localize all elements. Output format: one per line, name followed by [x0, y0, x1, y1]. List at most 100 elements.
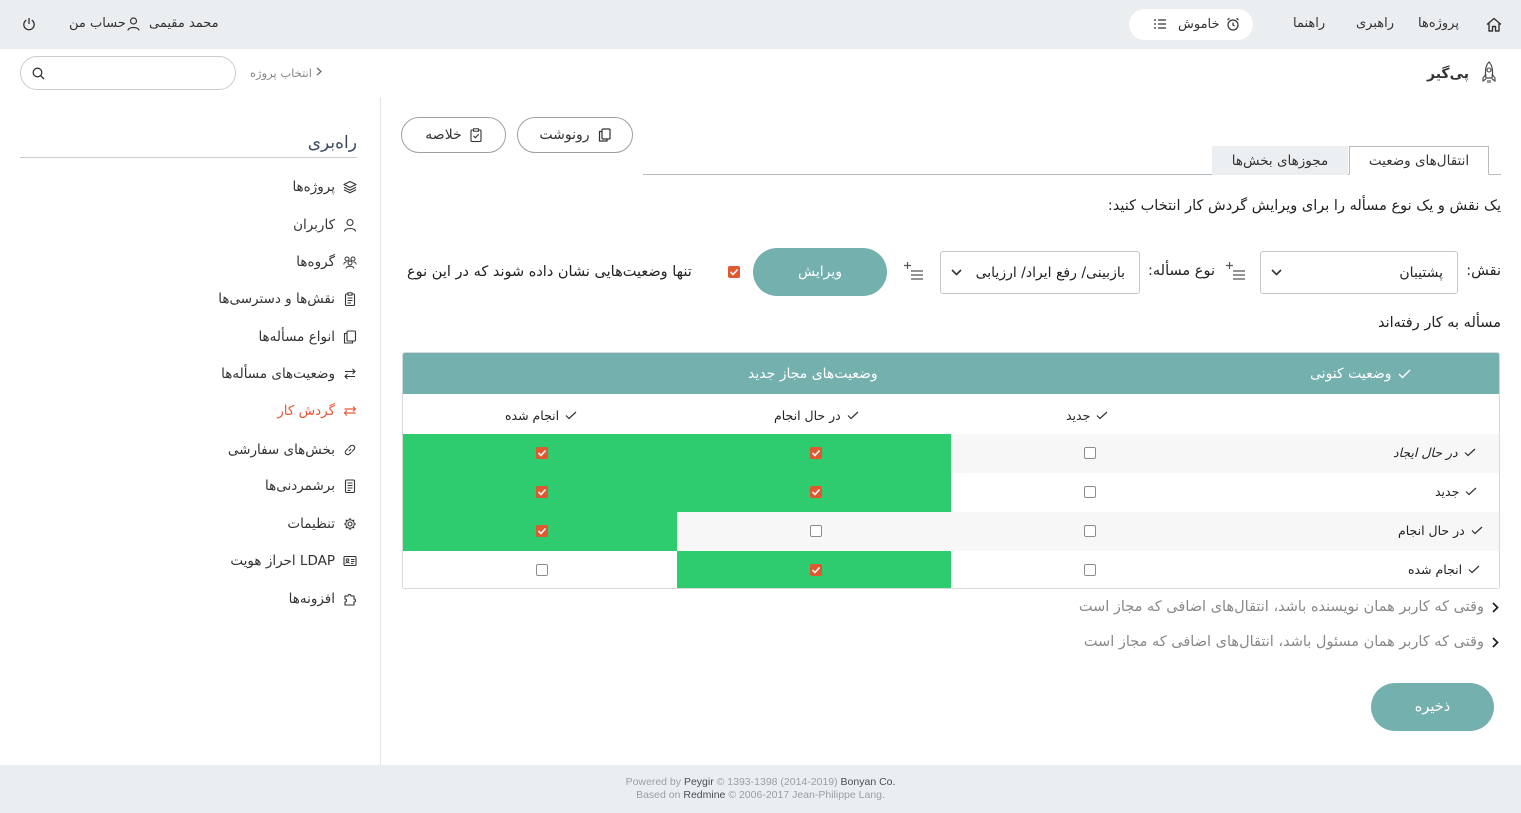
role-select-value: پشتیبان [1399, 265, 1443, 281]
id-card-icon [343, 554, 357, 568]
sidebar-item-statuses[interactable]: وضعیت‌های مسأله‌ها [221, 364, 357, 384]
assignee-transitions-toggle[interactable]: وقتی که کاربر همان مسئول باشد، انتقال‌ها… [1084, 634, 1499, 650]
copy-icon [343, 330, 357, 344]
sidebar-item-trackers[interactable]: انواع مسأله‌ها [258, 327, 357, 347]
sidebar-item-label: کاربران [293, 217, 335, 233]
sidebar-item-ldap[interactable]: احراز هویت LDAP [230, 551, 357, 571]
transition-checkbox[interactable] [536, 525, 548, 537]
add-list-icon[interactable] [1226, 261, 1246, 281]
sidebar-item-label: گردش کار [277, 403, 335, 419]
tracker-select-value: بازبینی/ رفع ایراد/ ارزیابی [975, 265, 1125, 281]
chevron-right-icon [316, 67, 322, 76]
list-doc-icon [343, 479, 357, 493]
sidebar-item-settings[interactable]: تنظیمات [287, 514, 357, 534]
puzzle-icon [343, 592, 357, 606]
edit-button[interactable]: ویرایش [753, 248, 887, 296]
footer-text: © 2006-2017 Jean-Philippe Lang. [728, 789, 885, 801]
used-only-checkbox[interactable] [728, 266, 740, 278]
nav-projects[interactable]: پروژه‌ها [1418, 16, 1459, 31]
search-icon [32, 67, 45, 80]
divider [20, 157, 357, 158]
sidebar-item-workflow[interactable]: گردش کار [277, 401, 357, 421]
sidebar-item-label: برشمردنی‌ها [264, 478, 335, 494]
alarm-clock-icon [1226, 17, 1240, 31]
sidebar-item-users[interactable]: کاربران [293, 215, 357, 235]
nav-help[interactable]: راهنما [1293, 16, 1325, 31]
used-only-label-line2: مسأله به کار رفته‌اند [1377, 315, 1501, 331]
workflow-table: وضعیت کنونی وضعیت‌های مجاز جدید جدید در … [402, 352, 1500, 589]
sidebar-item-enumerations[interactable]: برشمردنی‌ها [265, 476, 357, 496]
summary-button-label: خلاصه [425, 127, 462, 143]
sidebar-title: راه‌بری [307, 133, 357, 153]
transition-checkbox[interactable] [810, 486, 822, 498]
group-icon [343, 255, 357, 269]
arrows-icon [343, 367, 357, 381]
author-transitions-label: وقتی که کاربر همان نویسنده باشد، انتقال‌… [1078, 599, 1484, 615]
project-selector[interactable]: انتخاب پروژه [250, 66, 312, 80]
clipboard-icon [343, 292, 357, 306]
tab-field-permissions[interactable]: مجوزهای بخش‌ها [1212, 146, 1348, 175]
redmine-link[interactable]: Redmine [683, 789, 725, 801]
nav-administration[interactable]: راهبری [1356, 16, 1394, 31]
tracker-label: نوع مسأله: [1148, 263, 1215, 279]
sidebar-item-label: پروژه‌ها [292, 179, 335, 195]
copy-button[interactable]: رونوشت [517, 117, 633, 153]
sidebar-item-label: نقش‌ها و دسترسی‌ها [218, 291, 335, 307]
swap-icon [343, 404, 357, 418]
transition-checkbox[interactable] [536, 447, 548, 459]
copy-icon [598, 128, 611, 142]
home-icon[interactable] [1486, 17, 1502, 32]
sidebar-item-label: بخش‌های سفارشی [227, 442, 335, 458]
sidebar-item-label: انواع مسأله‌ها [258, 329, 335, 345]
clipboard-check-icon [470, 128, 482, 142]
used-only-label: تنها وضعیت‌هایی نشان داده شوند که در این… [407, 264, 692, 280]
sidebar-item-plugins[interactable]: افزونه‌ها [289, 589, 357, 609]
status-toggle[interactable]: خاموش [1129, 9, 1253, 40]
chevron-left-icon [1492, 636, 1499, 648]
my-account-link[interactable]: حساب من [69, 16, 126, 31]
top-navbar: پروژه‌ها راهبری راهنما خاموش حساب من محم… [0, 0, 1521, 49]
save-button[interactable]: ذخیره [1371, 683, 1494, 731]
chevron-down-icon [951, 269, 962, 276]
footer: Powered by Peygir © 1393-1398 (2014-2019… [0, 765, 1521, 813]
layers-icon [343, 180, 357, 194]
rocket-icon [1480, 61, 1498, 85]
summary-button[interactable]: خلاصه [401, 117, 506, 153]
sidebar-divider [380, 97, 381, 765]
transition-checkbox[interactable] [1084, 525, 1096, 537]
footer-line-2: Based on Redmine © 2006-2017 Jean-Philip… [0, 789, 1521, 802]
peygir-link[interactable]: Peygir [684, 776, 714, 788]
tab-status-transitions[interactable]: انتقال‌های وضعیت [1349, 146, 1489, 175]
footer-text: Powered by [625, 776, 682, 788]
author-transitions-toggle[interactable]: وقتی که کاربر همان نویسنده باشد، انتقال‌… [1079, 599, 1499, 615]
user-icon [127, 17, 140, 31]
power-icon[interactable] [22, 17, 36, 31]
tracker-select[interactable]: بازبینی/ رفع ایراد/ ارزیابی [940, 251, 1140, 294]
sidebar-item-label: تنظیمات [287, 516, 335, 532]
footer-line-1: Powered by Peygir © 1393-1398 (2014-2019… [0, 776, 1521, 789]
transition-checkbox[interactable] [1084, 447, 1096, 459]
bonyan-link[interactable]: Bonyan Co. [841, 776, 896, 788]
add-list-icon[interactable] [904, 261, 924, 281]
sidebar-item-roles[interactable]: نقش‌ها و دسترسی‌ها [218, 289, 357, 309]
transition-checkbox[interactable] [1084, 486, 1096, 498]
role-select[interactable]: پشتیبان [1260, 251, 1458, 294]
gear-icon [343, 517, 357, 531]
assignee-transitions-label: وقتی که کاربر همان مسئول باشد، انتقال‌ها… [1083, 634, 1484, 650]
transition-checkbox[interactable] [810, 525, 822, 537]
sidebar-item-label: گروه‌ها [296, 254, 335, 270]
footer-text: © 1393-1398 (2014-2019) [716, 776, 838, 788]
sidebar-item-projects[interactable]: پروژه‌ها [292, 177, 357, 197]
transition-checkbox[interactable] [1084, 564, 1096, 576]
footer-text: Based on [636, 789, 681, 801]
transition-checkbox[interactable] [810, 447, 822, 459]
sidebar-item-label: وضعیت‌های مسأله‌ها [221, 366, 335, 382]
user-name[interactable]: محمد مقیمی [149, 16, 219, 31]
transition-checkbox[interactable] [536, 564, 548, 576]
transition-checkbox[interactable] [536, 486, 548, 498]
sidebar-item-custom-fields[interactable]: بخش‌های سفارشی [228, 440, 357, 460]
transition-checkbox[interactable] [810, 564, 822, 576]
sidebar-item-groups[interactable]: گروه‌ها [296, 252, 357, 272]
sidebar-item-label: احراز هویت LDAP [230, 553, 335, 569]
search-input[interactable] [20, 56, 236, 90]
